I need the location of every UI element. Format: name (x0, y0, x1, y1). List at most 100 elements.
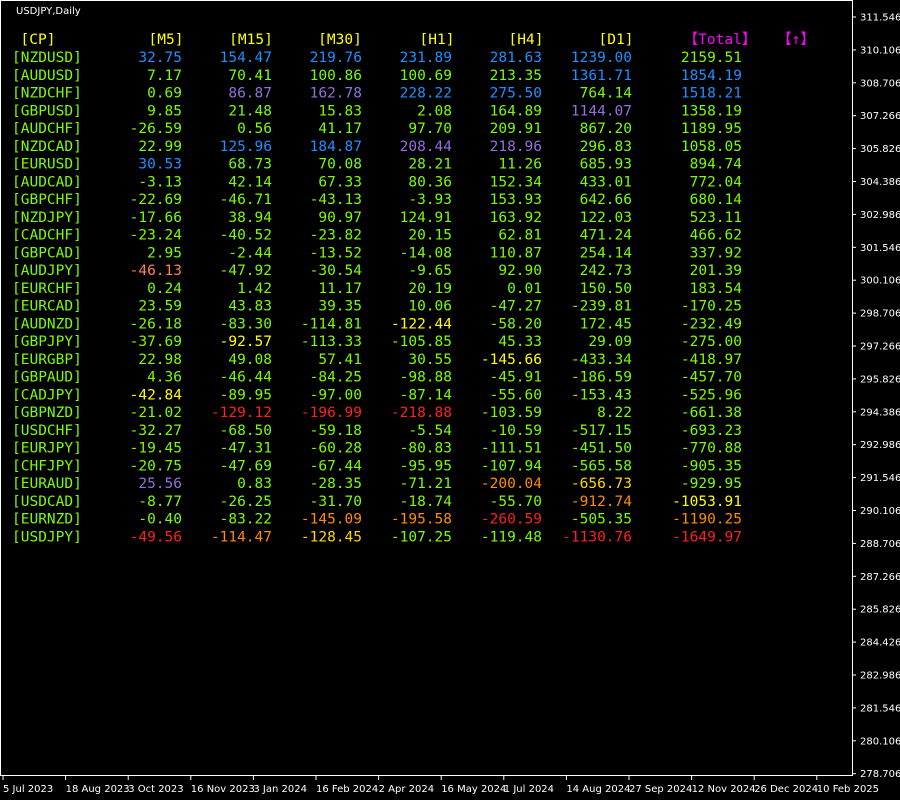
value-cell: 163.92 (490, 210, 542, 226)
value-cell: -656.73 (571, 476, 632, 492)
value-cell: -46.44 (220, 370, 273, 386)
value-cell: -9.65 (408, 263, 452, 279)
value-cell: -47.69 (220, 458, 272, 474)
time-tick-label: 14 Aug 2024 (566, 784, 630, 795)
time-tick-label: 2 Apr 2024 (379, 784, 434, 795)
value-cell: -111.51 (481, 441, 542, 457)
value-cell: 100.86 (310, 68, 362, 84)
value-cell: -58.20 (490, 316, 542, 332)
value-cell: -92.57 (220, 334, 272, 350)
header-cell: [M15] (229, 32, 273, 48)
value-cell: -47.92 (220, 263, 272, 279)
value-cell: -770.88 (681, 441, 742, 457)
time-tick-label: 3 Jan 2024 (253, 784, 307, 795)
pair-label: [GBPJPY] (12, 334, 82, 350)
value-cell: -3.93 (408, 192, 452, 208)
value-cell: -275.00 (681, 334, 742, 350)
time-tick-label: 12 Nov 2024 (692, 784, 756, 795)
value-cell: 1854.19 (681, 68, 742, 84)
value-cell: 433.01 (580, 174, 632, 190)
value-cell: 0.69 (147, 86, 182, 102)
value-cell: 32.75 (138, 50, 182, 66)
value-cell: 97.70 (408, 121, 452, 137)
value-cell: -20.75 (130, 458, 182, 474)
value-cell: -59.18 (310, 423, 362, 439)
value-cell: -0.40 (138, 512, 182, 528)
value-cell: -30.54 (310, 263, 363, 279)
value-cell: -43.13 (310, 192, 362, 208)
value-cell: -83.30 (220, 316, 272, 332)
pair-label: [CHFJPY] (12, 458, 82, 474)
value-cell: -1190.25 (672, 512, 742, 528)
value-cell: 30.53 (138, 157, 182, 173)
value-cell: -912.74 (571, 494, 632, 510)
value-cell: -26.59 (130, 121, 182, 137)
time-tick-label: 16 May 2024 (441, 784, 506, 795)
pair-label: [GBPCAD] (12, 245, 82, 261)
pair-label: [AUDNZD] (12, 316, 82, 332)
value-cell: -122.44 (391, 316, 452, 332)
value-cell: 201.39 (690, 263, 742, 279)
value-cell: 28.21 (408, 157, 452, 173)
value-cell: -89.95 (220, 387, 272, 403)
value-cell: 466.62 (690, 228, 742, 244)
value-cell: -105.85 (391, 334, 452, 350)
header-cell: [H4] (509, 32, 544, 48)
pair-label: [EURJPY] (12, 441, 82, 457)
value-cell: -418.97 (681, 352, 742, 368)
value-cell: -97.00 (310, 387, 362, 403)
pair-label: [CADJPY] (12, 387, 82, 403)
value-cell: 642.66 (580, 192, 632, 208)
price-chart[interactable]: USDJPY,Daily 311.546 310.106 308.706 307.26… (0, 0, 900, 800)
value-cell: 67.33 (318, 174, 362, 190)
value-cell: -28.35 (310, 476, 362, 492)
value-cell: 1189.95 (681, 121, 742, 137)
time-tick-label: 18 Aug 2023 (66, 784, 130, 795)
value-cell: 124.91 (400, 210, 452, 226)
value-cell: 125.96 (220, 139, 272, 155)
value-cell: -129.12 (211, 405, 272, 421)
value-cell: 153.93 (490, 192, 542, 208)
value-cell: 164.89 (490, 103, 542, 119)
header-cell: 【↑】 (777, 31, 815, 48)
value-cell: 523.11 (690, 210, 742, 226)
price-tick-label: 300.106 (860, 276, 900, 287)
header-cell: [CP] (21, 32, 56, 48)
value-cell: 685.93 (580, 157, 632, 173)
value-cell: -71.21 (400, 476, 452, 492)
value-cell: 218.96 (490, 139, 542, 155)
value-cell: 231.89 (400, 50, 452, 66)
value-cell: -457.70 (681, 370, 742, 386)
value-cell: 22.99 (138, 139, 182, 155)
time-axis: 5 Jul 2023 18 Aug 20233 Oct 2023 16 Nov 20… (2, 775, 879, 795)
value-cell: 122.03 (580, 210, 632, 226)
value-cell: -451.50 (571, 441, 632, 457)
value-cell: 1358.19 (681, 103, 742, 119)
value-cell: -68.50 (220, 423, 272, 439)
value-cell: 86.87 (228, 86, 272, 102)
value-cell: 42.14 (228, 174, 272, 190)
value-cell: -46.71 (220, 192, 272, 208)
price-tick-label: 290.106 (860, 506, 900, 517)
pair-label: [GBPNZD] (12, 405, 82, 421)
value-cell: -14.08 (400, 245, 452, 261)
pair-label: [USDCAD] (12, 494, 82, 510)
value-cell: -26.18 (130, 316, 182, 332)
value-cell: 1239.00 (571, 50, 632, 66)
value-cell: 764.14 (580, 86, 633, 102)
value-cell: -107.94 (481, 458, 542, 474)
value-cell: 25.56 (138, 476, 182, 492)
value-cell: 1144.07 (571, 103, 632, 119)
time-tick-label: 26 Dec 2024 (754, 784, 818, 795)
value-cell: -21.02 (130, 405, 182, 421)
price-tick-label: 297.266 (860, 342, 900, 353)
value-cell: 2.95 (147, 245, 182, 261)
value-cell: -55.60 (490, 387, 542, 403)
value-cell: 275.50 (490, 86, 542, 102)
value-cell: 242.73 (580, 263, 632, 279)
price-tick-label: 301.546 (860, 243, 900, 254)
value-cell: 70.08 (318, 157, 362, 173)
value-cell: 90.97 (318, 210, 362, 226)
value-cell: -67.44 (310, 458, 363, 474)
value-cell: 0.01 (507, 281, 542, 297)
